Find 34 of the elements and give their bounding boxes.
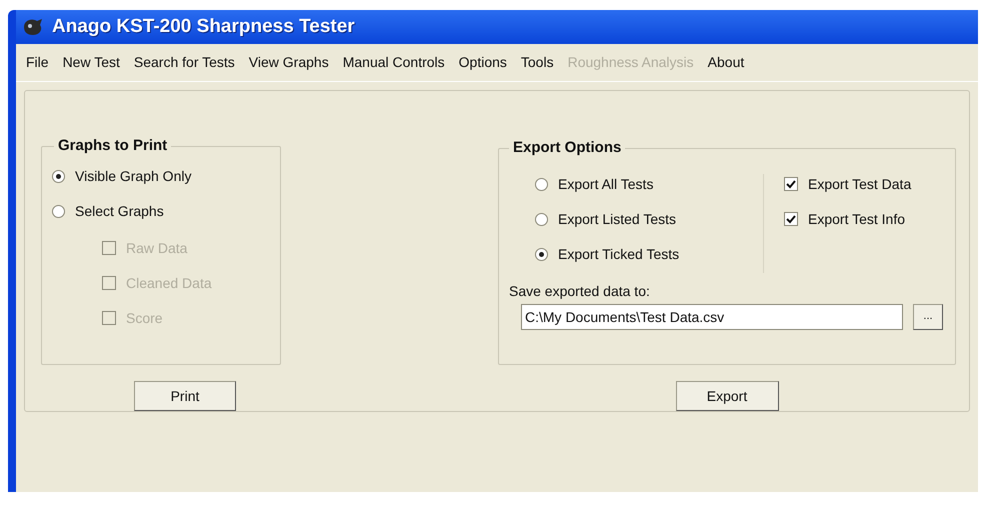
checkbox[interactable] <box>784 212 798 226</box>
radio-button[interactable] <box>52 204 65 218</box>
menu-item[interactable]: Manual Controls <box>336 52 451 73</box>
radio-label: Export Listed Tests <box>558 210 676 229</box>
group-title: Graphs to Print <box>57 136 168 156</box>
menu-item[interactable]: Search for Tests <box>128 52 241 73</box>
menu-item[interactable]: New Test <box>56 52 126 73</box>
checkbox[interactable] <box>784 177 798 191</box>
menu-item[interactable]: About <box>702 52 750 73</box>
group-title: Export Options <box>512 138 622 158</box>
path-field[interactable]: C:\My Documents\Test Data.csv <box>521 304 903 330</box>
menu-item[interactable]: Options <box>452 52 513 73</box>
radio-label: Export All Tests <box>558 174 654 194</box>
radio-button[interactable] <box>535 178 548 190</box>
print-button[interactable]: Print <box>134 381 236 411</box>
radio-label: Visible Graph Only <box>75 166 192 186</box>
radio-button[interactable] <box>535 212 548 226</box>
radio-label: Export Ticked Tests <box>558 244 680 264</box>
checkbox-label: Score <box>126 308 163 328</box>
menu-item[interactable]: Tools <box>514 52 560 73</box>
window-title: Anago KST-200 Sharpness Tester <box>52 14 355 39</box>
checkbox-label: Export Test Info <box>808 210 906 229</box>
menu-item[interactable]: File <box>20 52 55 73</box>
browse-button[interactable]: ... <box>913 304 943 330</box>
app-icon <box>22 17 44 37</box>
export-button[interactable]: Export <box>676 381 778 411</box>
checkbox-label: Raw Data <box>126 238 188 258</box>
radio-button[interactable] <box>535 248 548 260</box>
checkbox-label: Cleaned Data <box>126 274 212 292</box>
field-label: Save exported data to: <box>509 282 650 301</box>
checkbox-label: Export Test Data <box>808 174 912 194</box>
menu-item[interactable]: View Graphs <box>242 52 335 73</box>
radio-label: Select Graphs <box>75 202 164 221</box>
radio-button[interactable] <box>52 170 65 182</box>
